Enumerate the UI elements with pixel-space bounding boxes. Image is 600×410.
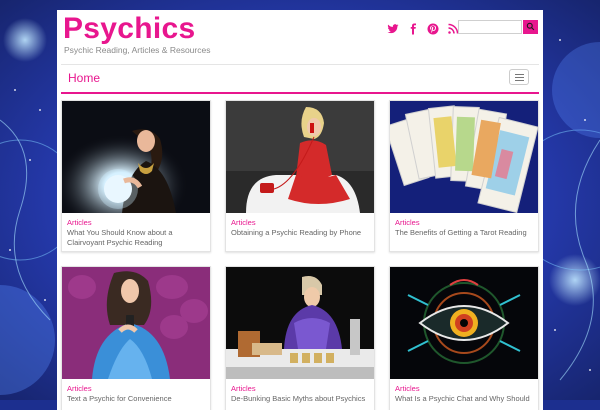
hamburger-icon: [515, 74, 524, 75]
article-grid: Articles What You Should Know about a Cl…: [61, 100, 539, 410]
site-logo[interactable]: Psychics: [63, 14, 196, 44]
article-thumbnail[interactable]: [226, 101, 374, 213]
article-title-link[interactable]: The Benefits of Getting a Tarot Reading: [395, 228, 535, 238]
article-card[interactable]: Articles De-Bunking Basic Myths about Ps…: [225, 266, 375, 410]
article-title-link[interactable]: What You Should Know about a Clairvoyant…: [67, 228, 207, 247]
article-title-link[interactable]: Text a Psychic for Convenience: [67, 394, 207, 404]
article-title-link[interactable]: What Is a Psychic Chat and Why Should: [395, 394, 535, 404]
page-container: Psychics Psychic Reading, Articles & Res…: [57, 10, 543, 410]
twitter-icon[interactable]: [387, 22, 399, 34]
article-category-link[interactable]: Articles: [395, 384, 420, 393]
article-card[interactable]: Articles The Benefits of Getting a Tarot…: [389, 100, 539, 252]
search-input[interactable]: [458, 20, 522, 34]
article-thumbnail[interactable]: [62, 101, 210, 213]
article-card[interactable]: Articles What Is a Psychic Chat and Why …: [389, 266, 539, 410]
article-thumbnail[interactable]: [390, 267, 538, 379]
search-button[interactable]: [523, 20, 538, 34]
article-category-link[interactable]: Articles: [67, 384, 92, 393]
article-category-link[interactable]: Articles: [231, 218, 256, 227]
article-card[interactable]: Articles Text a Psychic for Convenience: [61, 266, 211, 410]
nav-home-link[interactable]: Home: [68, 71, 100, 85]
article-title-link[interactable]: Obtaining a Psychic Reading by Phone: [231, 228, 371, 238]
article-thumbnail[interactable]: [390, 101, 538, 213]
article-category-link[interactable]: Articles: [67, 218, 92, 227]
search-icon: [526, 22, 535, 31]
article-card[interactable]: Articles Obtaining a Psychic Reading by …: [225, 100, 375, 252]
article-category-link[interactable]: Articles: [395, 218, 420, 227]
article-thumbnail[interactable]: [226, 267, 374, 379]
facebook-icon[interactable]: [407, 22, 419, 35]
article-thumbnail[interactable]: [62, 267, 210, 379]
pinterest-icon[interactable]: [427, 22, 439, 35]
site-tagline: Psychic Reading, Articles & Resources: [64, 45, 211, 55]
article-card[interactable]: Articles What You Should Know about a Cl…: [61, 100, 211, 252]
menu-toggle-button[interactable]: [509, 69, 529, 85]
article-category-link[interactable]: Articles: [231, 384, 256, 393]
main-navigation: Home: [61, 64, 539, 94]
article-title-link[interactable]: De-Bunking Basic Myths about Psychics: [231, 394, 371, 404]
